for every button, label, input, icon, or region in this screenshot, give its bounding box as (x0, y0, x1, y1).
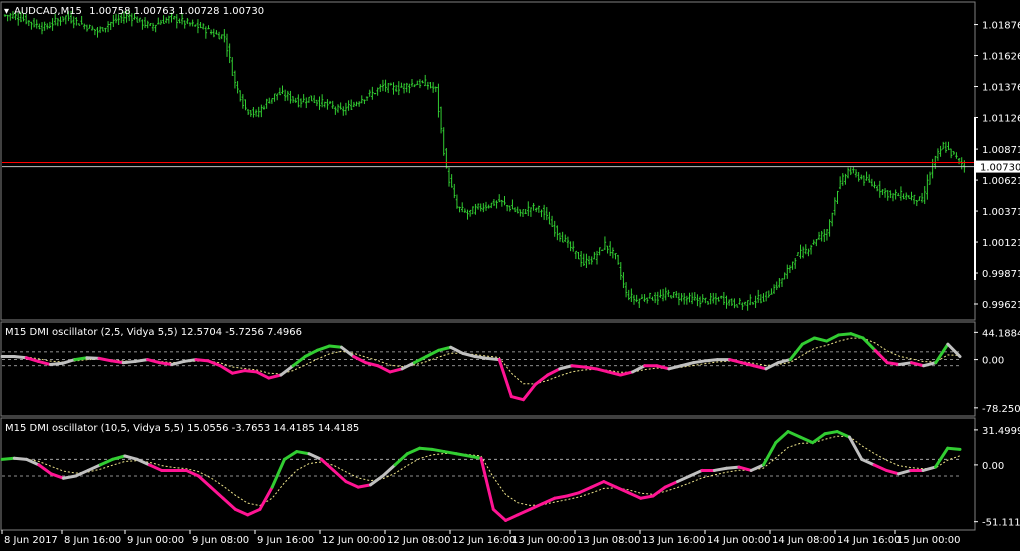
oscillator2-title: M15 DMI oscillator (10,5, Vidya 5,5) 15.… (5, 423, 359, 434)
oscillator1-title: M15 DMI oscillator (2,5, Vidya 5,5) 12.5… (5, 327, 302, 338)
oscillator-segment (703, 358, 719, 363)
oscillator-segment (12, 456, 29, 461)
y-tick-label: 0.00 (982, 461, 1004, 472)
oscillator-segment (49, 361, 65, 367)
oscillator-segment (133, 358, 150, 363)
y-tick-label: 1.01876 (982, 21, 1020, 32)
background (0, 0, 1020, 551)
oscillator-segment (12, 355, 28, 360)
oscillator-segment (73, 356, 89, 362)
y-tick-label: 44.1884 (982, 328, 1020, 339)
x-tick-label: 13 Jun 00:00 (512, 535, 576, 546)
oscillator-segment (182, 358, 198, 363)
x-tick-label: 12 Jun 08:00 (387, 535, 451, 546)
oscillator-segment (946, 446, 962, 451)
y-tick-label: 1.01376 (982, 83, 1020, 94)
oscillator-segment (725, 465, 741, 470)
oscillator-segment (327, 344, 344, 349)
chart-menu-icon[interactable]: ▾ (4, 6, 9, 17)
oscillator-segment (194, 358, 210, 363)
x-tick-label: 9 Jun 16:00 (257, 535, 314, 546)
y-tick-label: 1.00371 (982, 207, 1020, 218)
y-tick-label: 1.00621 (982, 176, 1020, 187)
oscillator-segment (0, 456, 16, 461)
x-tick-label: 13 Jun 16:00 (642, 535, 706, 546)
current-price-label: 1.00730 (980, 163, 1020, 174)
y-tick-label: 1.01626 (982, 52, 1020, 63)
oscillator-segment (418, 446, 434, 451)
y-tick-label: 31.4999 (982, 426, 1020, 437)
y-tick-label: 0.99621 (982, 300, 1020, 311)
x-tick-label: 15 Jun 00:00 (897, 535, 961, 546)
oscillator-segment (885, 361, 901, 367)
x-tick-label: 12 Jun 00:00 (322, 535, 386, 546)
x-tick-label: 13 Jun 08:00 (577, 535, 641, 546)
x-tick-label: 14 Jun 00:00 (707, 535, 771, 546)
y-tick-label: 0.00 (982, 356, 1004, 367)
oscillator-segment (570, 364, 586, 369)
x-tick-label: 9 Jun 08:00 (192, 535, 249, 546)
x-tick-label: 12 Jun 16:00 (452, 535, 516, 546)
oscillator-segment (243, 369, 259, 374)
x-tick-label: 9 Jun 00:00 (127, 535, 184, 546)
x-tick-label: 14 Jun 16:00 (837, 535, 901, 546)
y-tick-label: 1.00121 (982, 238, 1020, 249)
oscillator-segment (837, 332, 853, 337)
trading-terminal: 1.01876 1.01626 1.01376 1.01126 1.00871 1.006… (0, 0, 1020, 551)
y-tick-label: 1.00871 (982, 145, 1020, 156)
y-tick-label: -78.2505 (982, 404, 1020, 415)
y-tick-label: -51.1111 (982, 518, 1020, 529)
oscillator-segment (473, 355, 489, 360)
y-tick-label: 0.99871 (982, 269, 1020, 280)
main-chart-title: AUDCAD,M15 1.00758 1.00763 1.00728 1.007… (14, 6, 264, 17)
oscillator-segment (85, 356, 101, 360)
x-tick-label: 8 Jun 16:00 (64, 535, 121, 546)
x-tick-label: 8 Jun 2017 (4, 535, 58, 546)
oscillator-segment (897, 361, 913, 367)
oscillator-segment (691, 359, 707, 365)
x-tick-label: 14 Jun 08:00 (772, 535, 836, 546)
oscillator-segment (485, 356, 501, 362)
oscillator-segment (121, 359, 137, 365)
y-tick-label: 1.01126 (982, 114, 1020, 125)
oscillator-segment (158, 361, 174, 367)
oscillator-segment (582, 365, 598, 371)
oscillator-segment (109, 359, 125, 365)
